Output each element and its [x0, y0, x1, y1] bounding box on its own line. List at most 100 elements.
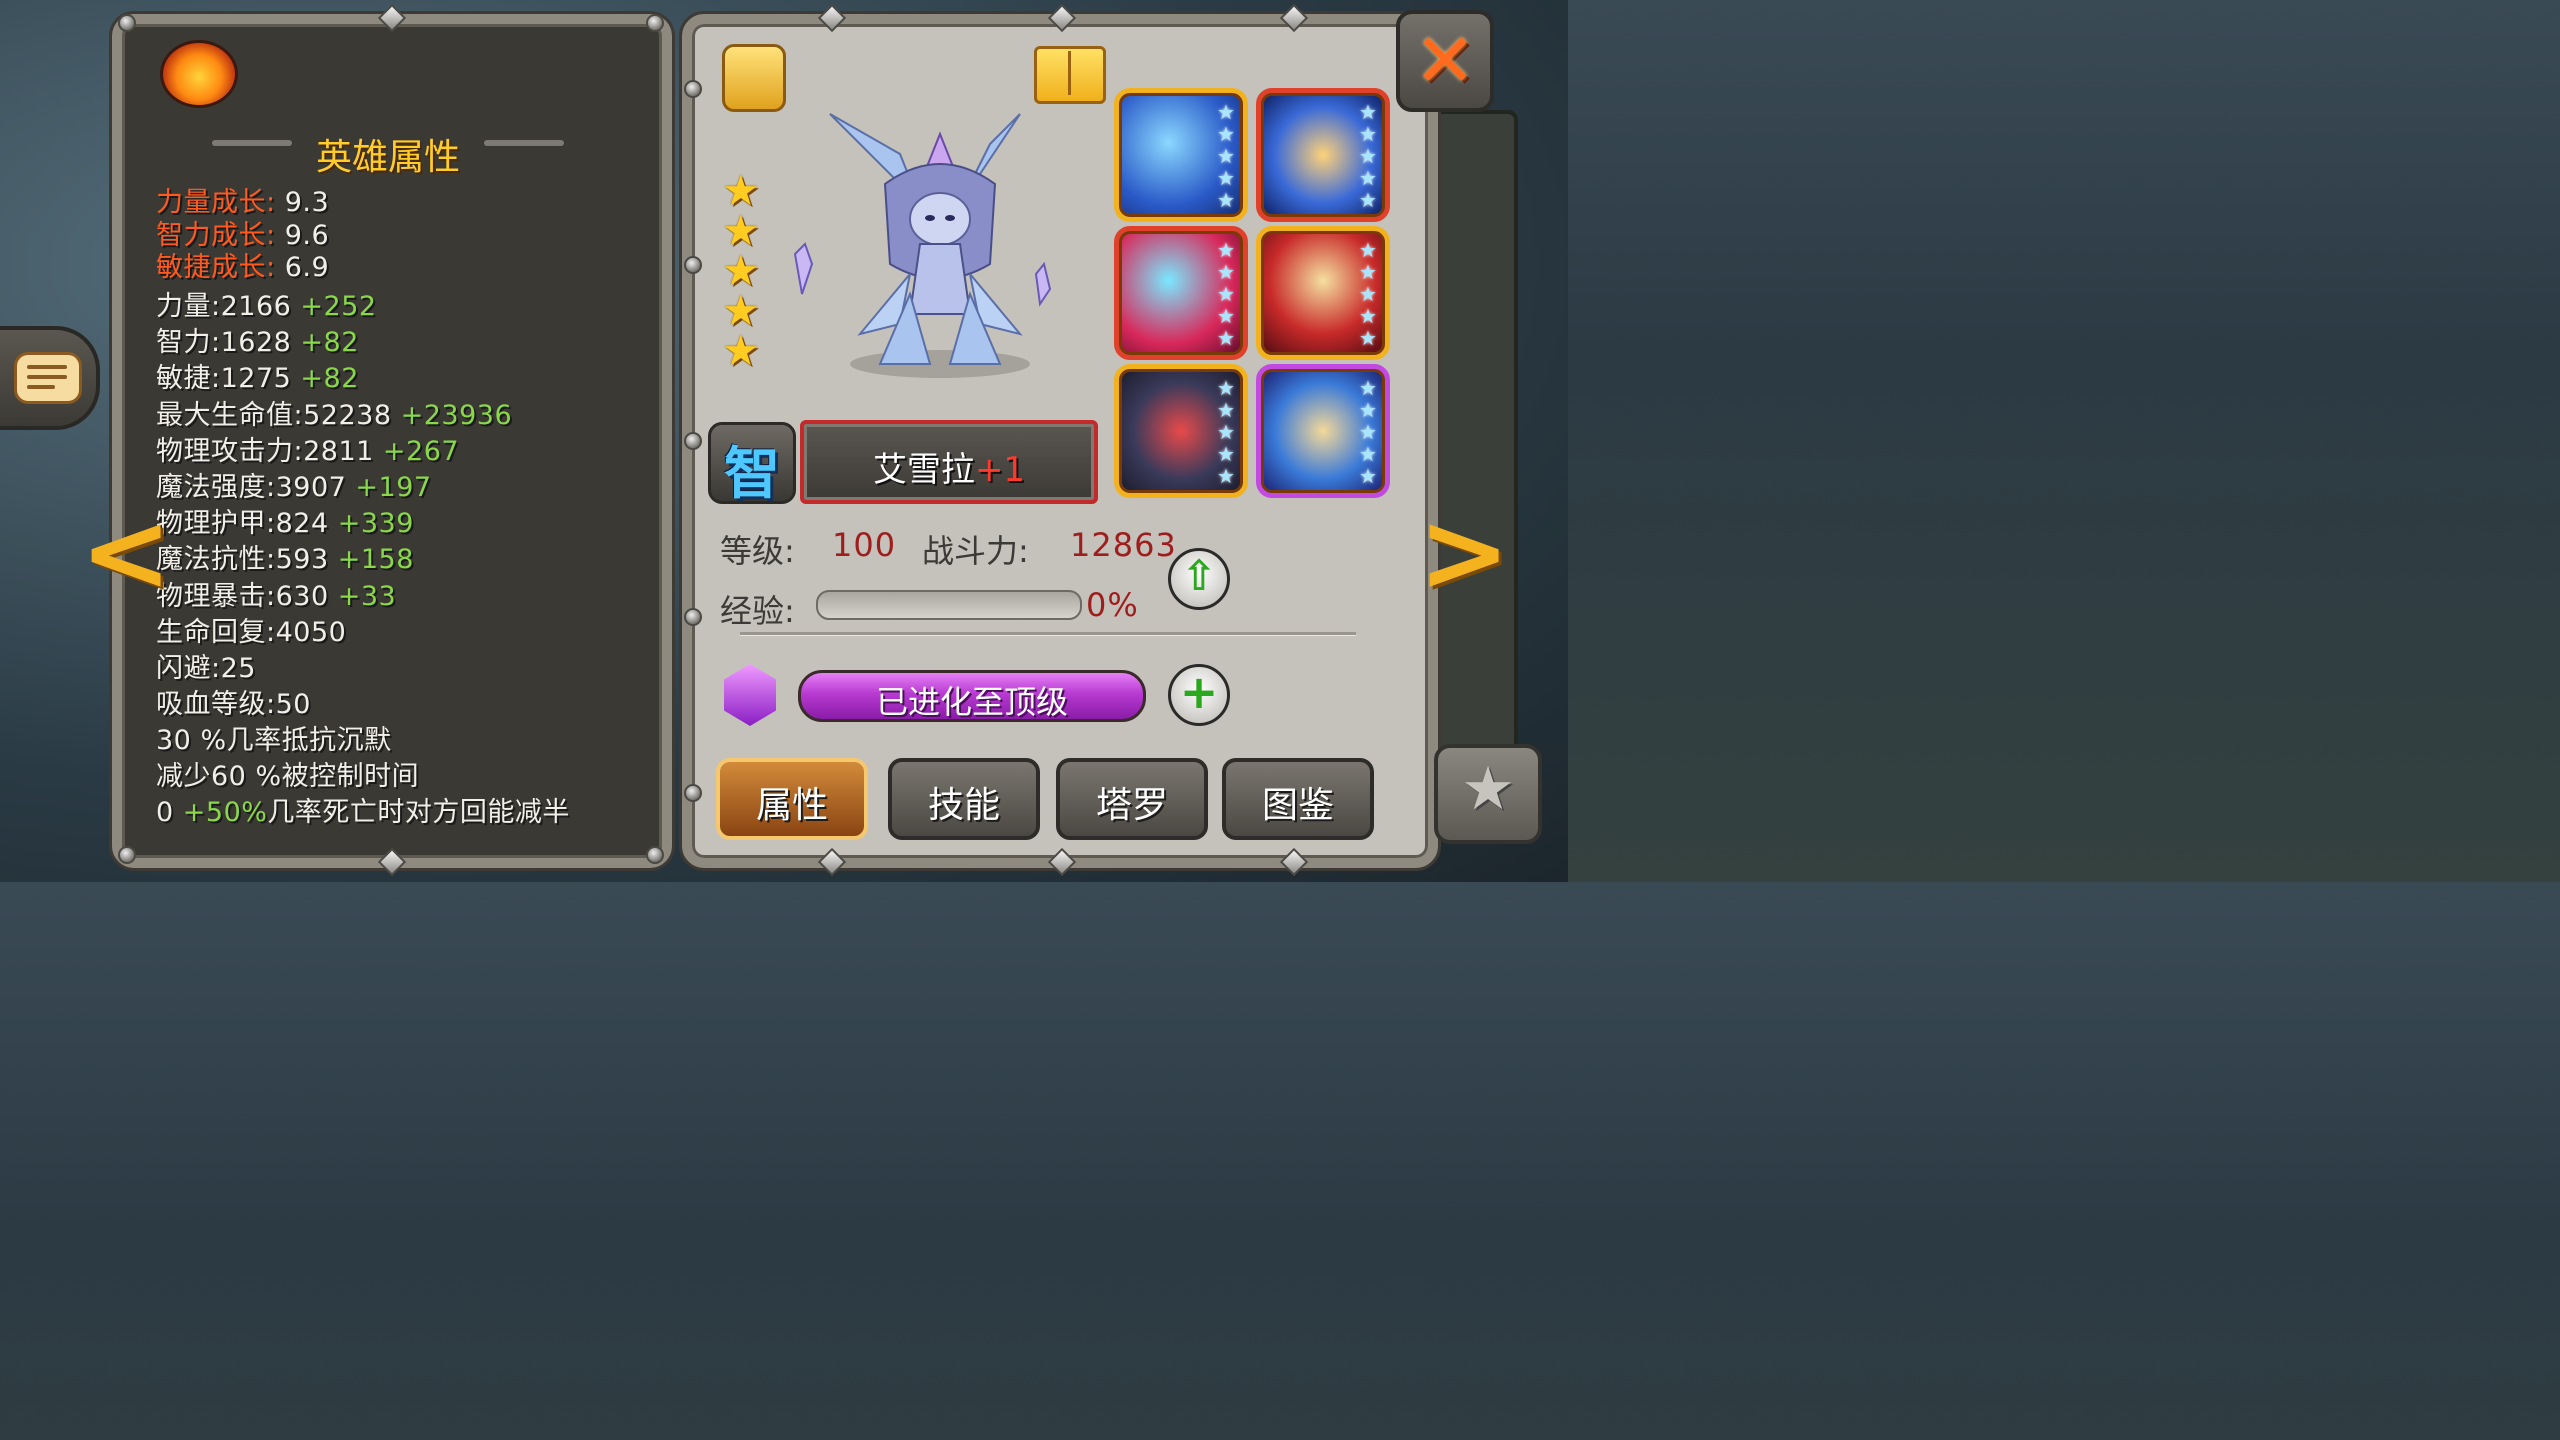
tab-skills-label: 技能: [927, 785, 1000, 826]
stat-value: 593: [275, 544, 329, 576]
equipment-stars: ★ ★ ★ ★ ★: [1217, 100, 1235, 212]
rivet: [684, 608, 702, 626]
chat-icon: [14, 352, 82, 404]
tab-codex[interactable]: 图鉴: [1222, 758, 1374, 840]
equipment-stars: ★ ★ ★ ★ ★: [1217, 238, 1235, 350]
favorite-button[interactable]: ★: [1434, 744, 1542, 844]
hero-type-badge: 智: [708, 422, 796, 507]
equipment-stars: ★ ★ ★ ★ ★: [1217, 376, 1235, 488]
passive-row: 0 +50%几率死亡时对方回能减半: [156, 790, 570, 829]
tab-skills[interactable]: 技能: [888, 758, 1040, 840]
passive-text: 几率死亡时对方回能减半: [267, 797, 570, 828]
stat-label: 魔法强度:: [156, 472, 276, 503]
passive-bonus: +50%: [182, 797, 268, 828]
equipment-slot-winged-boots[interactable]: ★ ★ ★ ★ ★: [1256, 364, 1390, 498]
title-ornament-left: [212, 140, 292, 146]
growth-row: 敏捷成长: 6.9: [156, 245, 329, 284]
equipment-stars: ★ ★ ★ ★ ★: [1359, 100, 1377, 212]
stat-value: 2811: [303, 435, 374, 467]
equipment-slot-ice-wings[interactable]: ★ ★ ★ ★ ★: [1114, 88, 1248, 222]
arrow-right-icon[interactable]: >: [1418, 488, 1510, 616]
flame-icon: [160, 40, 238, 108]
stat-value: 3907: [275, 472, 347, 503]
exp-label: 经验:: [720, 592, 795, 630]
power-value: 12863: [1070, 526, 1177, 564]
evolve-add-button[interactable]: +: [1168, 664, 1230, 726]
stat-value: 50: [275, 689, 311, 721]
arrow-left-icon[interactable]: <: [80, 488, 172, 616]
close-button[interactable]: ✕: [1396, 10, 1494, 112]
stat-bonus: +33: [337, 580, 397, 612]
stat-bonus: +23936: [400, 399, 513, 431]
stat-row: 力量:2166 +252: [156, 284, 377, 323]
hero-name-plate[interactable]: 艾雪拉+1: [800, 420, 1098, 504]
tab-attributes[interactable]: 属性: [716, 758, 868, 840]
hero-portrait: [793, 113, 1052, 378]
equipment-stars: ★ ★ ★ ★ ★: [1359, 376, 1377, 488]
stat-row: 魔法强度:3907 +197: [156, 465, 432, 504]
equipment-slot-royal-mantle[interactable]: ★ ★ ★ ★ ★: [1256, 226, 1390, 360]
stat-label: 敏捷:: [156, 363, 221, 395]
rivet: [684, 80, 702, 98]
stat-bonus: +197: [355, 472, 432, 503]
equipment-slot-heart-shield[interactable]: ★ ★ ★ ★ ★: [1114, 364, 1248, 498]
rivet: [684, 256, 702, 274]
stat-value: 2166: [220, 291, 292, 322]
tab-attributes-label: 属性: [755, 785, 828, 826]
stat-label: 智力:: [156, 327, 221, 359]
stat-row: 吸血等级:50: [156, 682, 311, 721]
stat-bonus: +82: [300, 327, 359, 359]
rivet: [684, 432, 702, 450]
hero-plus-level: +1: [974, 450, 1026, 490]
stat-label: 生命回复:: [156, 616, 276, 648]
evolve-status-text: 已进化至顶级: [875, 683, 1068, 721]
intelligence-type-glyph: 智: [724, 442, 780, 507]
rivet: [118, 846, 136, 864]
stat-bonus: +252: [300, 291, 377, 322]
stat-label: 最大生命值:: [156, 399, 304, 431]
equipment-slot-winged-armor[interactable]: ★ ★ ★ ★ ★: [1256, 88, 1390, 222]
tab-tarot[interactable]: 塔罗: [1056, 758, 1208, 840]
stat-value: 1628: [220, 327, 292, 359]
rivet: [646, 14, 664, 32]
stat-value: 52238: [303, 399, 392, 431]
rivet: [684, 784, 702, 802]
plus-icon: +: [1179, 665, 1219, 719]
level-up-button[interactable]: ⇧: [1168, 548, 1230, 610]
stat-row: 物理护甲:824 +339: [156, 501, 414, 540]
title-ornament-right: [484, 140, 564, 146]
passive-text: 减少60 %被控制时间: [156, 761, 420, 792]
stat-label: 物理攻击力:: [156, 435, 304, 467]
exp-percent: 0%: [1086, 586, 1139, 624]
equipment-stars: ★ ★ ★ ★ ★: [1359, 238, 1377, 350]
passive-row: 30 %几率抵抗沉默: [156, 718, 392, 757]
stat-value: 1275: [220, 363, 292, 395]
stat-value: 824: [275, 508, 329, 540]
hero-name: 艾雪拉: [872, 450, 975, 490]
stat-row: 魔法抗性:593 +158: [156, 537, 414, 576]
armor-icon[interactable]: [722, 44, 786, 112]
hero-name-text: 艾雪拉+1: [804, 442, 1094, 491]
stat-bonus: +158: [337, 544, 414, 576]
equipment-slot-ice-gauntlet[interactable]: ★ ★ ★ ★ ★: [1114, 226, 1248, 360]
stat-label: 吸血等级:: [156, 689, 276, 721]
stat-value: 25: [220, 653, 256, 684]
stat-value: 4050: [275, 616, 347, 648]
stat-row: 敏捷:1275 +82: [156, 356, 359, 395]
stat-label: 物理护甲:: [156, 508, 276, 540]
stat-label: 闪避:: [156, 653, 221, 684]
stat-row: 闪避:25: [156, 646, 256, 685]
stat-label: 力量:: [156, 291, 221, 322]
tab-tarot-label: 塔罗: [1095, 785, 1168, 826]
panel-title: 英雄属性: [315, 137, 460, 178]
stat-label: 魔法抗性:: [156, 544, 276, 576]
close-icon: ✕: [1413, 18, 1476, 104]
passive-text: 30 %几率抵抗沉默: [156, 725, 392, 756]
level-label: 等级:: [720, 532, 795, 570]
chat-button[interactable]: [0, 326, 100, 430]
level-value: 100: [832, 526, 897, 564]
stat-label: 物理暴击:: [156, 580, 276, 612]
passive-prefix: 0: [156, 797, 183, 828]
power-label: 战斗力:: [922, 532, 1029, 570]
hero-star-icon: ★: [722, 326, 760, 375]
